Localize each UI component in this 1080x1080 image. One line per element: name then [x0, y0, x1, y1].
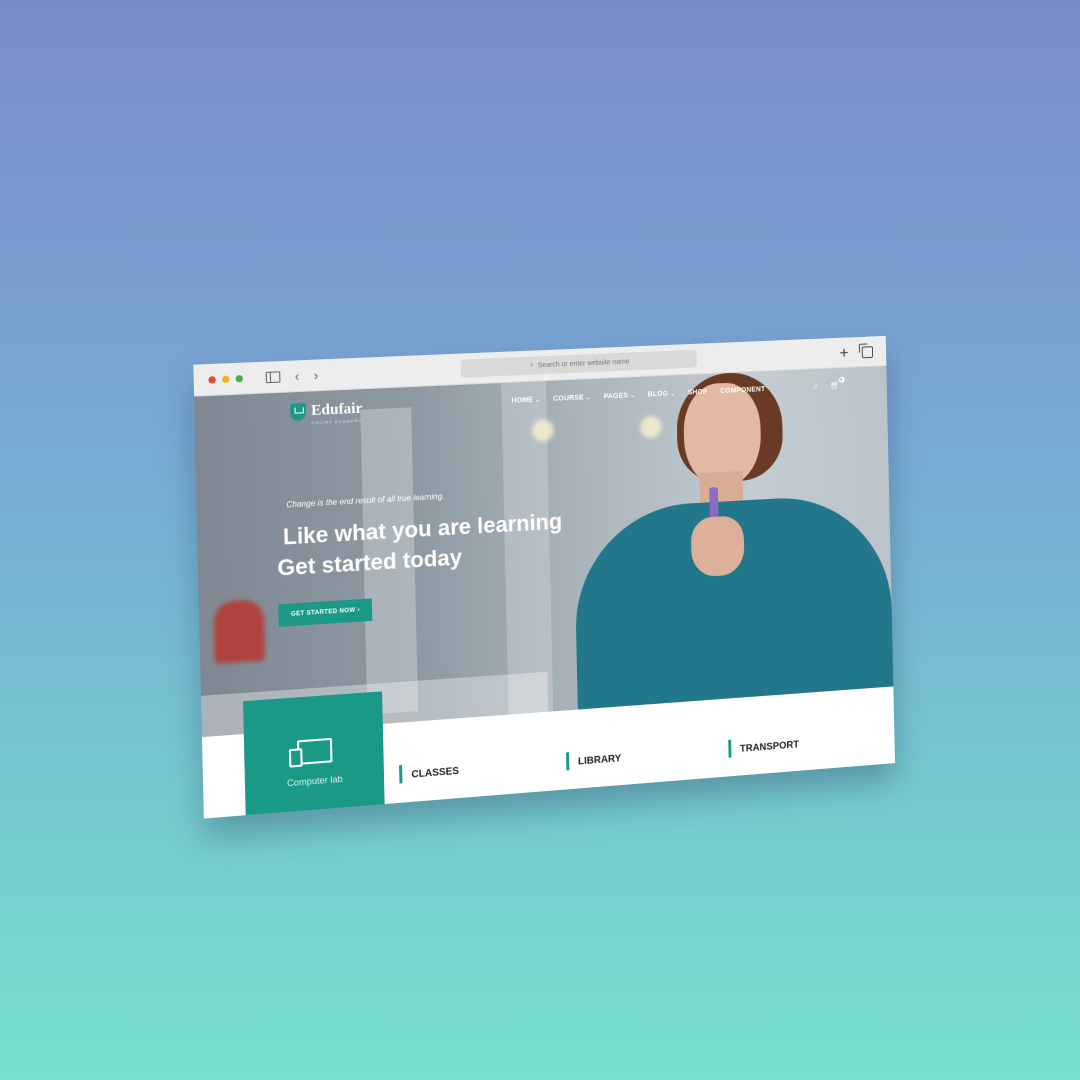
chevron-down-icon: ⌄ [630, 393, 636, 400]
menu-item-shop[interactable]: SHOP [688, 389, 708, 397]
feature-library[interactable]: LIBRARY [566, 739, 729, 771]
search-icon: ⌕ [529, 361, 534, 369]
feature-list: CLASSES LIBRARY TRANSPORT [399, 727, 887, 784]
feature-transport[interactable]: TRANSPORT [728, 727, 887, 758]
get-started-button[interactable]: GET STARTED NOW › [278, 598, 373, 627]
sidebar-icon[interactable] [265, 370, 281, 383]
search-icon[interactable]: ⌕ [814, 382, 818, 392]
header-icons: ⌕ 🛒︎ 0 [814, 376, 845, 392]
hero-section: Edufair ONLINE ACADEMY HOME ⌄ COURSE ⌄ PAG… [194, 366, 894, 738]
address-placeholder: Search or enter website name [537, 357, 630, 369]
chevron-down-icon: ⌄ [670, 391, 676, 398]
main-menu: HOME ⌄ COURSE ⌄ PAGES ⌄ BLOG ⌄ SHOP COMPONEN… [511, 386, 765, 405]
forward-icon[interactable]: › [314, 367, 319, 383]
menu-item-component[interactable]: COMPONENT [720, 386, 765, 395]
chevron-down-icon: ⌄ [535, 397, 541, 404]
window-controls [208, 374, 243, 384]
minimize-dot[interactable] [221, 375, 230, 383]
background-stage: ‹ › ⌕ Search or enter website name + Edu… [0, 0, 1080, 1080]
menu-item-blog[interactable]: BLOG ⌄ [648, 390, 676, 399]
back-icon[interactable]: ‹ [295, 368, 300, 384]
menu-item-home[interactable]: HOME ⌄ [511, 396, 541, 405]
browser-window: ‹ › ⌕ Search or enter website name + Edu… [193, 335, 896, 819]
chevron-right-icon: › [357, 607, 360, 614]
logo-subtitle: ONLINE ACADEMY [311, 417, 363, 426]
logo-shield-icon [290, 402, 307, 422]
chevron-down-icon: ⌄ [585, 395, 592, 402]
tabs-icon[interactable] [861, 346, 874, 359]
browser-right-icons: + [839, 342, 874, 363]
feature-card-label: Computer lab [286, 773, 343, 789]
maximize-dot[interactable] [235, 374, 243, 382]
cart-icon[interactable]: 🛒︎ 0 [830, 376, 845, 391]
site-logo[interactable]: Edufair ONLINE ACADEMY [290, 400, 363, 425]
devices-icon [296, 737, 332, 765]
hero-tagline: Change is the end result of all true lea… [286, 491, 445, 510]
close-dot[interactable] [208, 375, 216, 384]
browser-nav-icons: ‹ › [265, 367, 319, 385]
hero-copy: Change is the end result of all true lea… [276, 486, 564, 627]
cart-badge: 0 [838, 376, 845, 383]
cta-label: GET STARTED NOW [290, 607, 356, 618]
menu-item-course[interactable]: COURSE ⌄ [553, 394, 592, 402]
feature-card-computer-lab[interactable]: Computer lab [243, 691, 385, 817]
new-tab-icon[interactable]: + [839, 343, 849, 363]
feature-classes[interactable]: CLASSES [399, 752, 567, 784]
address-bar[interactable]: ⌕ Search or enter website name [460, 349, 697, 378]
background-person [213, 599, 266, 664]
menu-item-pages[interactable]: PAGES ⌄ [604, 392, 636, 400]
hero-headline: Like what you are learning Get started t… [276, 507, 563, 584]
